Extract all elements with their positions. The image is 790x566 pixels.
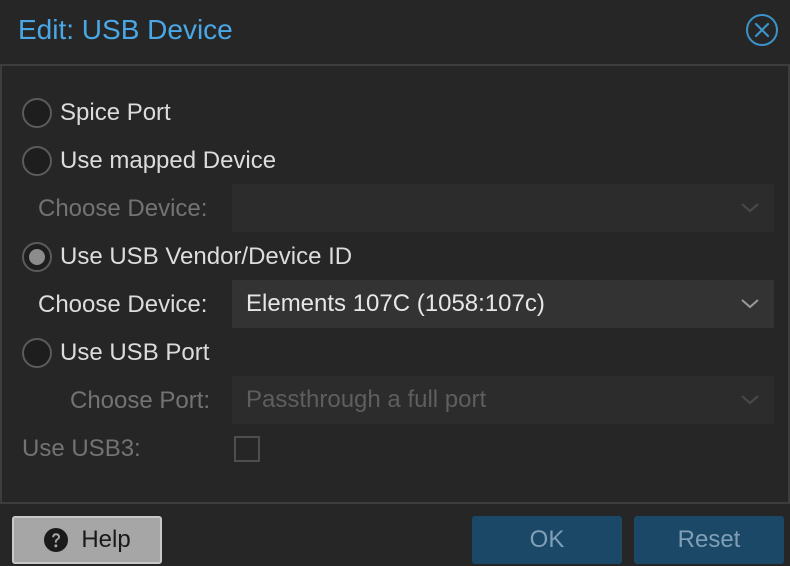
reset-button[interactable]: Reset [634, 516, 784, 564]
radio-vendor-device-id[interactable]: Use USB Vendor/Device ID [22, 241, 352, 273]
usb3-label: Use USB3: [22, 435, 141, 462]
reset-button-label: Reset [677, 526, 741, 553]
chevron-down-icon[interactable] [740, 296, 760, 310]
vendor-device-select-value: Elements 107C (1058:107c) [246, 290, 545, 317]
ok-button[interactable]: OK [472, 516, 622, 564]
radio-label-vendor-device-id: Use USB Vendor/Device ID [60, 243, 353, 270]
usb-port-select-placeholder: Passthrough a full port [246, 386, 487, 413]
help-button[interactable]: Help [12, 516, 162, 564]
mapped-device-select [232, 184, 774, 232]
dialog-titlebar: Edit: USB Device [0, 0, 790, 66]
help-button-label: Help [81, 526, 131, 553]
radio-button[interactable] [22, 338, 52, 368]
usb-port-field-label: Choose Port: [70, 387, 211, 414]
dialog-title: Edit: USB Device [18, 14, 233, 45]
usb-port-select: Passthrough a full port [232, 376, 774, 424]
close-button[interactable] [746, 14, 778, 46]
radio-label-usb-port: Use USB Port [60, 339, 210, 366]
radio-usb-port[interactable]: Use USB Port [22, 337, 209, 369]
ok-button-label: OK [529, 526, 565, 553]
radio-spice-port[interactable]: Spice Port [22, 97, 171, 129]
close-icon [754, 22, 770, 38]
radio-label-mapped-device: Use mapped Device [60, 147, 277, 174]
chevron-down-icon [741, 203, 759, 213]
usb3-checkbox[interactable] [234, 436, 260, 462]
chevron-down-icon [741, 395, 759, 405]
radio-button[interactable] [22, 146, 52, 176]
radio-mapped-device[interactable]: Use mapped Device [22, 145, 276, 177]
edit-usb-device-dialog: Edit: USB Device Spice Port Use mapped D… [0, 0, 790, 566]
radio-button[interactable] [22, 98, 52, 128]
mapped-device-field-label: Choose Device: [38, 195, 208, 222]
radio-label-spice-port: Spice Port [60, 99, 171, 126]
radio-button-checked[interactable] [22, 242, 52, 272]
question-circle-icon [43, 527, 69, 553]
vendor-device-select[interactable]: Elements 107C (1058:107c) [232, 280, 774, 328]
vendor-device-field-label: Choose Device: [38, 291, 208, 318]
